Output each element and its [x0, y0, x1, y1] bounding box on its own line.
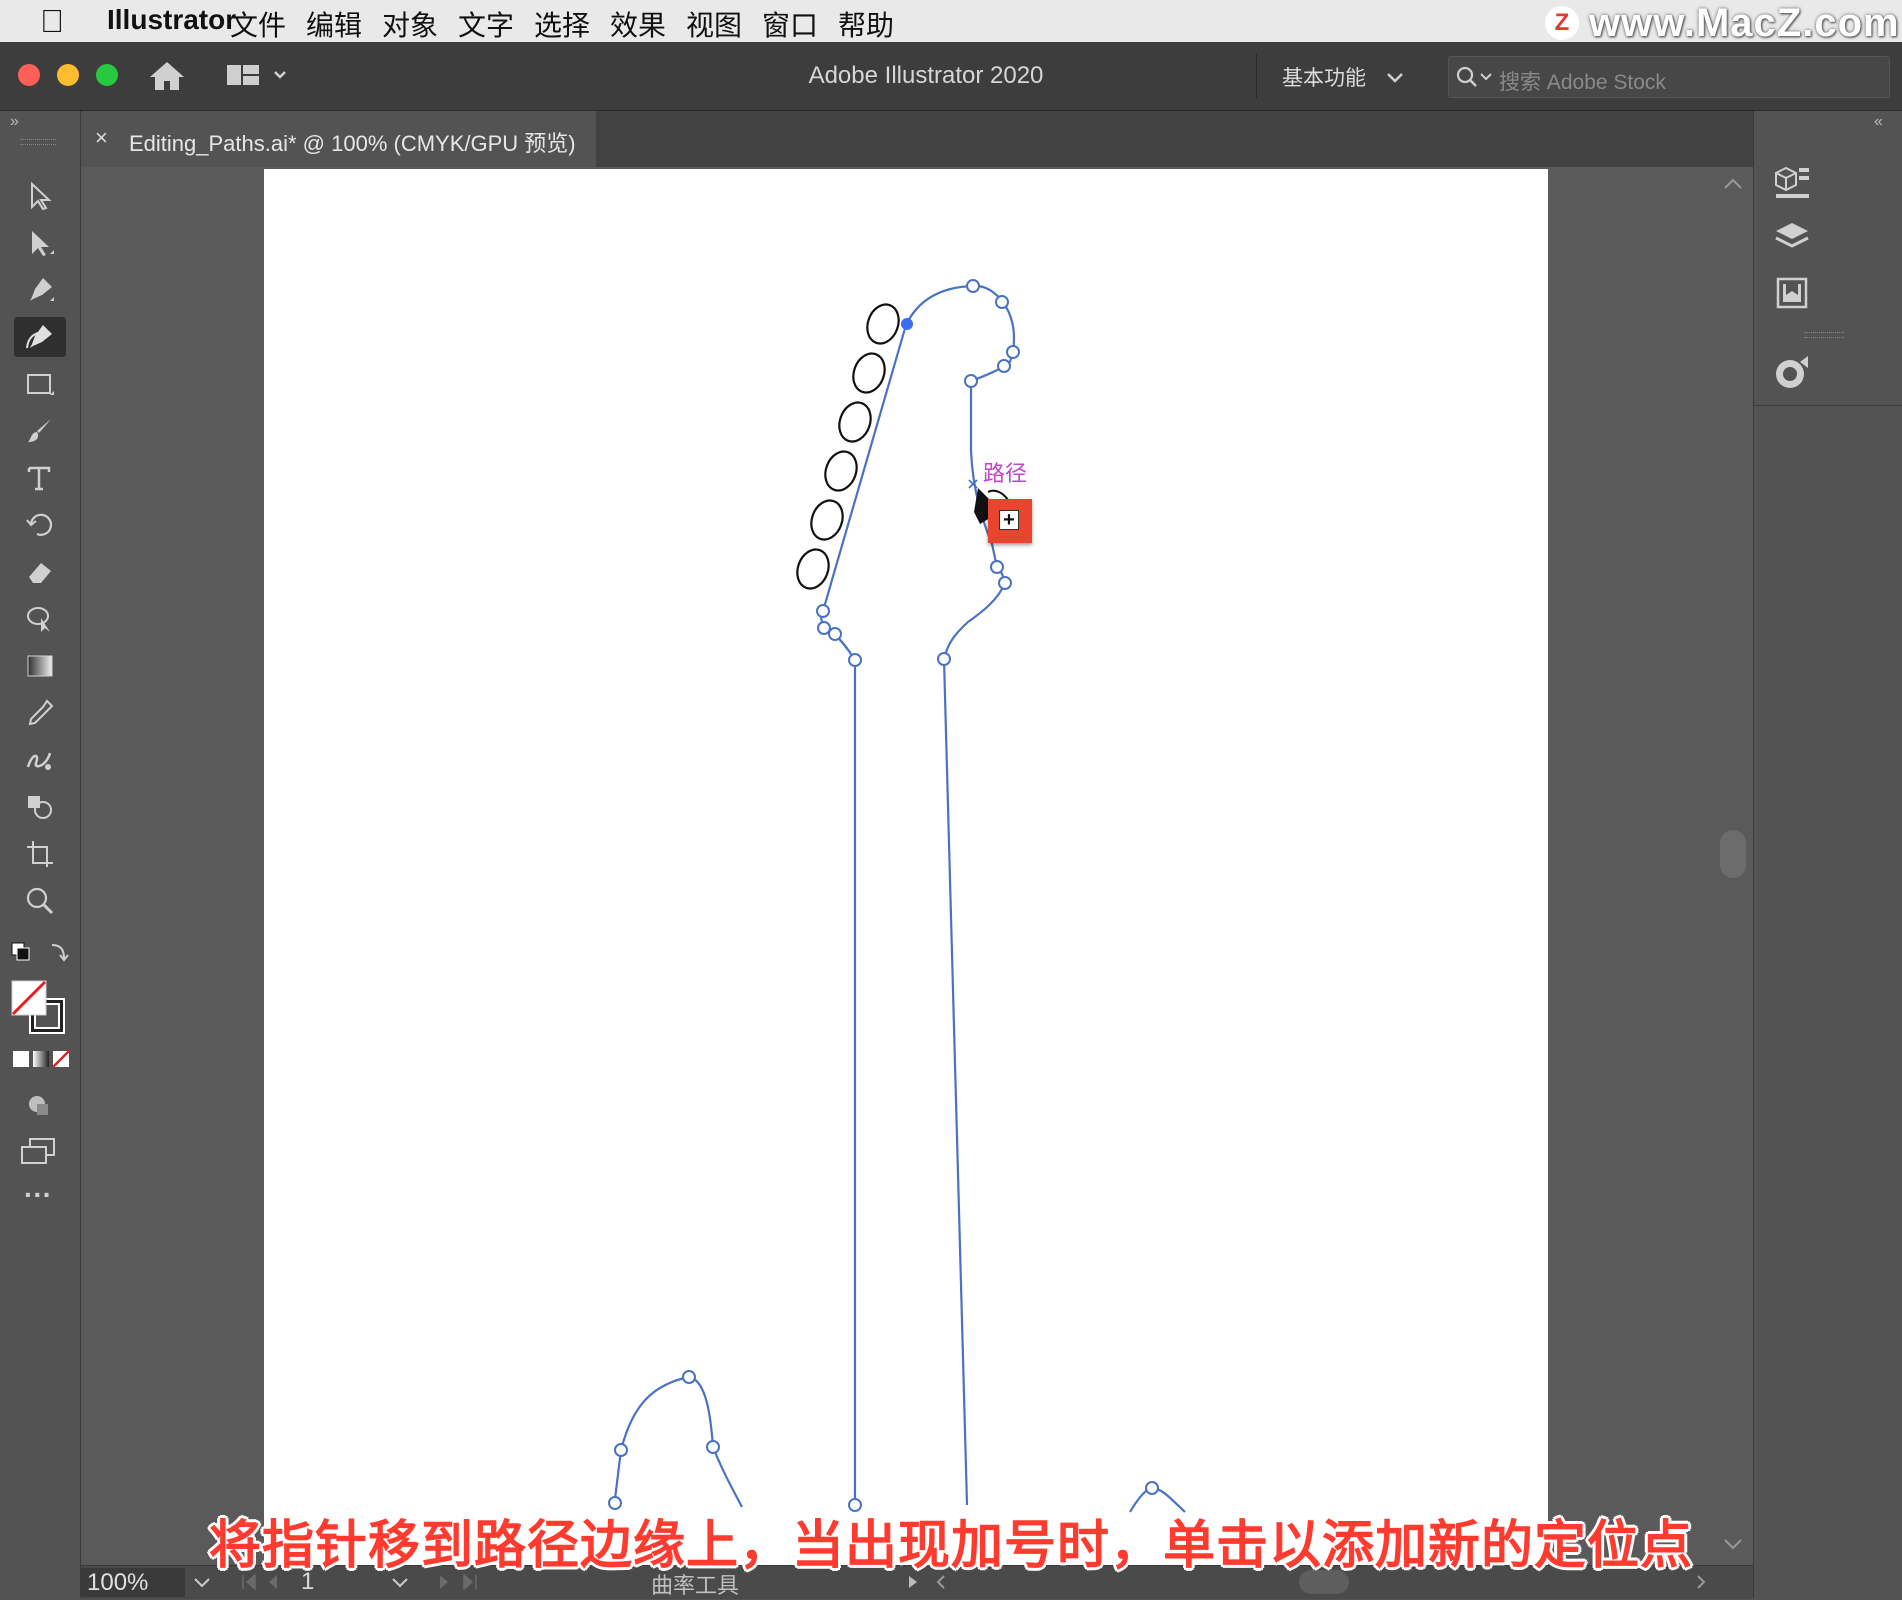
- path-hint-label: 路径: [983, 461, 1028, 486]
- scroll-up-icon[interactable]: [1723, 177, 1743, 191]
- selected-anchor-point: [901, 318, 913, 330]
- artboards-panel-icon[interactable]: [1772, 273, 1812, 313]
- artboard-dropdown-icon[interactable]: [391, 1576, 409, 1590]
- panel-grip-2[interactable]: [1804, 332, 1844, 338]
- libraries-panel-icon[interactable]: [1772, 163, 1812, 203]
- collapse-panels-icon[interactable]: «: [1874, 113, 1883, 131]
- appearance-panel-icon[interactable]: [1770, 352, 1814, 396]
- vertical-scroll-thumb[interactable]: [1720, 830, 1746, 878]
- artwork-layer: [608, 279, 1186, 1513]
- tutorial-caption: 将指针移到路径边缘上，当出现加号时，单击以添加新的定位点: [208, 1517, 1693, 1575]
- zoom-dropdown-icon[interactable]: [193, 1576, 211, 1590]
- layers-panel-icon[interactable]: [1772, 219, 1812, 259]
- guitar-body-path[interactable]: [612, 1375, 743, 1508]
- tuning-peg-ellipses: [796, 303, 900, 590]
- add-anchor-highlight: +: [988, 499, 1032, 543]
- add-anchor-plus-icon: +: [999, 510, 1019, 530]
